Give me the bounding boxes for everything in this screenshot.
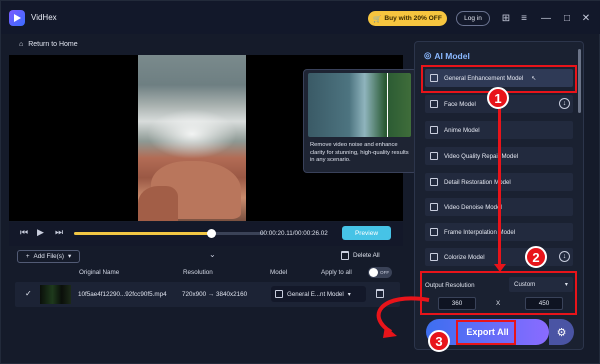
file-resolution: 720x900 → 3840x2160 <box>182 291 248 298</box>
delete-all-button[interactable]: Delete All <box>353 252 380 259</box>
model-label: Frame Interpolation Model <box>444 228 516 236</box>
model-icon <box>430 203 438 211</box>
annotation-arrow-line <box>498 101 501 269</box>
panel-scrollbar[interactable] <box>578 49 581 113</box>
file-thumbnail <box>40 285 71 304</box>
play-icon[interactable]: ▶ <box>37 227 44 238</box>
model-icon <box>430 178 438 186</box>
highlight-box-resolution <box>420 271 577 315</box>
highlight-box-export <box>456 320 516 345</box>
collapse-chevron-icon[interactable]: ⌄ <box>209 250 216 259</box>
tooltip-text: Remove video noise and enhance clarity f… <box>310 142 409 164</box>
return-home-label: Return to Home <box>28 41 78 48</box>
ai-model-title-text: AI Model <box>434 50 470 61</box>
dropdown-arrow-icon: ▾ <box>67 253 72 260</box>
apply-to-all-label: Apply to all <box>321 269 352 276</box>
model-label: Face Model <box>444 100 476 108</box>
app-logo-icon <box>9 10 25 26</box>
buy-label: Buy with 20% OFF <box>384 15 442 22</box>
model-label: Colorize Model <box>444 253 485 261</box>
row-model-select[interactable]: General E...nt Model ▾ <box>271 286 366 302</box>
progress-handle[interactable] <box>207 229 216 238</box>
login-button[interactable]: Log in <box>456 11 490 26</box>
model-label: Video Denoise Model <box>444 203 502 211</box>
model-icon <box>275 290 283 298</box>
header-model: Model <box>270 269 288 276</box>
skip-forward-icon[interactable]: ⏭ <box>55 227 63 238</box>
toggle-state: OFF <box>380 270 390 275</box>
tooltip-comparison-image <box>308 73 411 137</box>
checkmark-icon[interactable]: ✓ <box>25 289 32 298</box>
app-name: VidHex <box>31 13 57 22</box>
hamburger-menu-icon[interactable]: ≡ <box>517 11 531 25</box>
progress-fill <box>74 232 209 235</box>
preview-button[interactable]: Preview <box>342 226 391 240</box>
settings-gear-icon[interactable]: ⚙ <box>549 319 574 345</box>
comparison-divider <box>387 73 388 137</box>
minimize-icon[interactable]: — <box>539 11 553 25</box>
step-badge-1: 1 <box>487 87 509 109</box>
home-icon: ⌂ <box>19 41 24 48</box>
model-icon <box>430 126 438 134</box>
trash-icon[interactable] <box>341 251 349 260</box>
skip-back-icon[interactable]: ⏮ <box>20 227 28 238</box>
cart-icon: 🛒 <box>373 15 382 23</box>
ai-model-title: ◎ AI Model <box>424 50 470 61</box>
plus-icon: + <box>25 253 30 260</box>
step-badge-2: 2 <box>525 246 547 268</box>
playback-time: 00:00:20.11/00:00:26.02 <box>260 230 328 237</box>
step-badge-3: 3 <box>428 330 450 352</box>
return-home-link[interactable]: ⌂ Return to Home <box>19 41 78 48</box>
dropdown-arrow-icon: ▾ <box>347 290 351 298</box>
video-rock-small <box>138 186 178 221</box>
add-files-button[interactable]: + Add File(s) ▾ <box>17 250 80 263</box>
video-wave-foam <box>147 109 237 159</box>
model-icon <box>430 228 438 236</box>
download-icon[interactable]: ↓ <box>559 98 570 109</box>
model-label: Anime Model <box>444 126 480 134</box>
download-icon[interactable]: ↓ <box>559 251 570 262</box>
close-icon[interactable]: ✕ <box>579 11 593 25</box>
model-icon <box>430 253 438 261</box>
header-resolution: Resolution <box>183 269 213 276</box>
model-icon <box>430 100 438 108</box>
model-label: Video Quality Repair Model <box>444 152 519 160</box>
row-model-label: General E...nt Model <box>287 290 344 298</box>
grid-menu-icon[interactable]: ⊞ <box>499 11 513 25</box>
model-icon <box>430 152 438 160</box>
header-original-name: Original Name <box>79 269 120 276</box>
maximize-icon[interactable]: □ <box>560 11 574 25</box>
file-name: 10f5ae4f12290...92fcc90f5.mp4 <box>78 291 167 298</box>
buy-button[interactable]: 🛒 Buy with 20% OFF <box>368 11 447 26</box>
app-window: VidHex 🛒 Buy with 20% OFF Log in ⊞ ≡ — □ … <box>0 0 600 364</box>
ai-icon: ◎ <box>424 50 432 60</box>
add-files-label: Add File(s) <box>33 253 64 260</box>
